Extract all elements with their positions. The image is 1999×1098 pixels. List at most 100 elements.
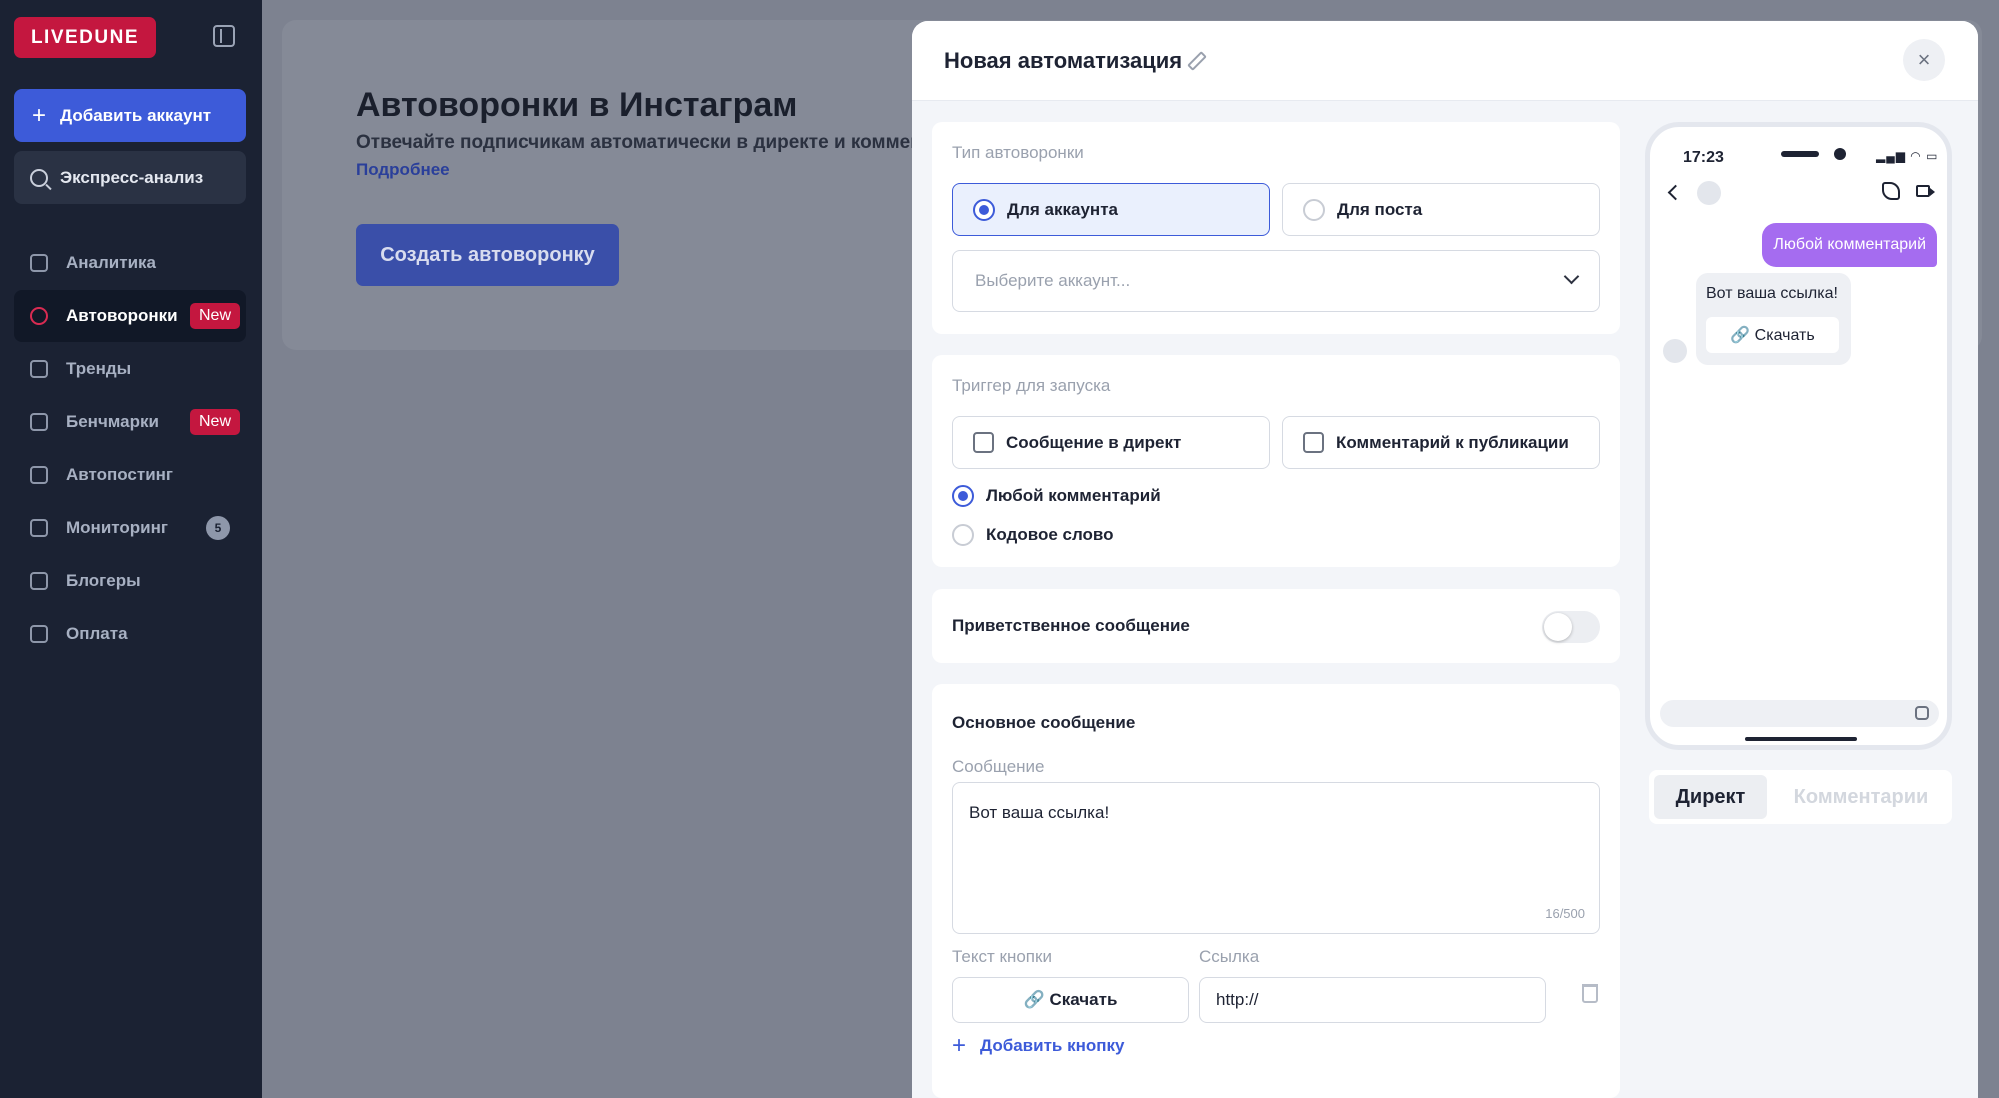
checkbox-direct-message[interactable]: Сообщение в директ — [952, 416, 1270, 469]
radio-code-word[interactable]: Кодовое слово — [952, 524, 1114, 546]
incoming-button: 🔗 Скачать — [1706, 317, 1839, 353]
sidebar-item-payment[interactable]: Оплата — [14, 608, 246, 660]
account-select[interactable]: Выберите аккаунт... — [952, 250, 1600, 312]
radio-unselected — [1303, 198, 1325, 221]
link-label: Ссылка — [1199, 947, 1260, 966]
phone-message-input — [1660, 700, 1939, 727]
logo[interactable]: LIVEDUNE — [14, 17, 156, 58]
phone-camera — [1834, 148, 1846, 160]
avatar — [1697, 181, 1721, 205]
sidebar-item-label: Автоворонки — [66, 306, 178, 325]
sidebar-item-label: Тренды — [66, 359, 132, 378]
radio-label: Кодовое слово — [986, 525, 1114, 544]
preview-tabs: Директ Комментарии — [1649, 770, 1952, 824]
phone-call-icon — [1882, 182, 1900, 200]
sidebar-item-label: Мониторинг — [66, 518, 168, 537]
sidebar-item-label: Оплата — [66, 624, 128, 643]
sidebar-item-monitoring[interactable]: Мониторинг 5 — [14, 502, 246, 554]
link-input[interactable]: http:// — [1199, 977, 1546, 1023]
trigger-section: Триггер для запуска Сообщение в директ К… — [932, 355, 1620, 567]
search-icon — [30, 168, 48, 187]
message-text: Вот ваша ссылка! — [969, 803, 1110, 822]
inbox-icon — [30, 519, 48, 537]
welcome-toggle[interactable] — [1542, 611, 1600, 643]
sidebar-item-analytics[interactable]: Аналитика — [14, 237, 246, 289]
char-counter: 16/500 — [1545, 906, 1585, 921]
calendar-plus-icon — [30, 466, 48, 484]
button-text-input[interactable]: 🔗 Скачать — [952, 977, 1189, 1023]
main-message-section: Основное сообщение Сообщение Вот ваша сс… — [932, 684, 1620, 1098]
sticker-icon — [1915, 706, 1929, 720]
sidebar-collapse-icon[interactable] — [213, 25, 235, 47]
sidebar-item-label: Бенчмарки — [66, 412, 159, 431]
count-badge: 5 — [206, 516, 230, 540]
trigger-section-label: Триггер для запуска — [952, 376, 1111, 395]
checkbox-post-comment[interactable]: Комментарий к публикации — [1282, 416, 1600, 469]
plus-icon: + — [952, 1032, 967, 1059]
tab-direct[interactable]: Директ — [1654, 775, 1767, 819]
type-section-label: Тип автоворонки — [952, 143, 1084, 162]
add-button-label: Добавить кнопку — [980, 1036, 1125, 1055]
sidebar-item-autofunnels[interactable]: Автоворонки New — [14, 290, 246, 342]
main-message-title: Основное сообщение — [952, 713, 1136, 732]
sidebar: LIVEDUNE + Добавить аккаунт Экспресс-ана… — [0, 0, 262, 1098]
option-label: Для поста — [1337, 199, 1423, 219]
button-text-label: Текст кнопки — [952, 947, 1052, 966]
checkbox-icon — [973, 432, 994, 453]
home-indicator — [1745, 737, 1857, 741]
bar-chart-icon — [30, 413, 48, 431]
new-automation-modal: Новая автоматизация × Тип автоворонки Дл… — [912, 21, 1978, 1098]
radio-selected — [952, 485, 974, 507]
incoming-text: Вот ваша ссылка! — [1706, 285, 1838, 302]
phone-time: 17:23 — [1683, 149, 1724, 166]
more-link[interactable]: Подробнее — [356, 160, 450, 180]
add-button-link[interactable]: + Добавить кнопку — [952, 1032, 1124, 1060]
message-textarea[interactable]: Вот ваша ссылка! 16/500 — [952, 782, 1600, 934]
add-account-button[interactable]: + Добавить аккаунт — [14, 89, 246, 142]
sidebar-item-benchmarks[interactable]: Бенчмарки New — [14, 396, 246, 448]
incoming-bubble: Вот ваша ссылка! 🔗 Скачать — [1696, 273, 1851, 365]
radio-unselected — [952, 524, 974, 546]
sidebar-nav: Аналитика Автоворонки New Тренды Бенчмар… — [14, 237, 246, 661]
welcome-label: Приветственное сообщение — [952, 616, 1190, 635]
phone-preview: 17:23 ▂▄▆ ◠ ▭ Любой комментарий Вот ваша… — [1645, 122, 1952, 750]
option-for-account[interactable]: Для аккаунта — [952, 183, 1270, 236]
message-label: Сообщение — [952, 757, 1045, 776]
sender-avatar — [1663, 339, 1687, 363]
sidebar-item-autoposting[interactable]: Автопостинг — [14, 449, 246, 501]
account-select-placeholder: Выберите аккаунт... — [975, 271, 1131, 290]
tab-comments[interactable]: Комментарии — [1775, 775, 1947, 819]
video-call-icon — [1916, 185, 1935, 197]
checkbox-icon — [1303, 432, 1324, 453]
outgoing-bubble: Любой комментарий — [1762, 223, 1937, 267]
back-arrow-icon — [1667, 184, 1684, 201]
option-for-post[interactable]: Для поста — [1282, 183, 1600, 236]
link-value: http:// — [1216, 990, 1259, 1009]
sidebar-item-bloggers[interactable]: Блогеры — [14, 555, 246, 607]
new-badge: New — [189, 303, 240, 329]
page-description: Отвечайте подписчикам автоматически в ди… — [356, 132, 987, 153]
sidebar-item-trends[interactable]: Тренды — [14, 343, 246, 395]
button-text-value: 🔗 Скачать — [1023, 990, 1118, 1009]
pencil-icon[interactable] — [1187, 51, 1207, 71]
add-account-label: Добавить аккаунт — [60, 105, 212, 125]
chart-icon — [30, 254, 48, 272]
welcome-section: Приветственное сообщение — [932, 589, 1620, 663]
checkbox-label: Комментарий к публикации — [1336, 432, 1569, 452]
type-section: Тип автоворонки Для аккаунта Для поста В… — [932, 122, 1620, 334]
basket-icon — [30, 625, 48, 643]
sidebar-item-label: Блогеры — [66, 571, 141, 590]
modal-title: Новая автоматизация — [944, 48, 1183, 73]
option-label: Для аккаунта — [1007, 199, 1118, 219]
close-button[interactable]: × — [1903, 39, 1945, 81]
modal-header: Новая автоматизация × — [912, 21, 1978, 101]
express-analysis-button[interactable]: Экспресс-анализ — [14, 151, 246, 204]
chat-bubble-icon — [30, 307, 48, 325]
radio-selected — [973, 198, 995, 221]
radio-any-comment[interactable]: Любой комментарий — [952, 485, 1161, 507]
create-autofunnel-button[interactable]: Создать автоворонку — [356, 224, 619, 286]
sidebar-item-label: Автопостинг — [66, 465, 173, 484]
trash-icon[interactable] — [1582, 984, 1598, 1003]
sidebar-item-label: Аналитика — [66, 253, 156, 272]
phone-status-icons: ▂▄▆ ◠ ▭ — [1876, 149, 1939, 163]
